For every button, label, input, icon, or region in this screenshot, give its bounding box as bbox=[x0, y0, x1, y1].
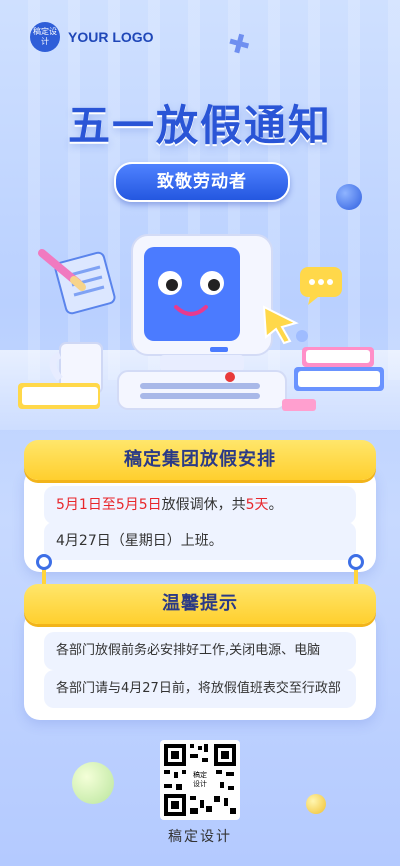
logo-badge: 稿定设计 bbox=[30, 22, 60, 52]
page-title: 五一放假通知 bbox=[67, 101, 332, 150]
books-right-icon bbox=[282, 347, 384, 411]
qr-center-label: 稿定设计 bbox=[193, 771, 207, 788]
schedule-heading: 稿定集团放假安排 bbox=[24, 440, 376, 480]
subtitle-badge: 致敬劳动者 bbox=[114, 162, 290, 202]
qr-caption: 稿定设计 bbox=[168, 829, 232, 845]
schedule-line-2: 4月27日（星期日）上班。 bbox=[44, 522, 356, 560]
computer-icon bbox=[131, 234, 273, 371]
qr-code-icon[interactable]: 稿定设计 bbox=[160, 740, 240, 820]
tips-line-2: 各部门请与4月27日前，将放假值班表交至行政部 bbox=[44, 670, 356, 708]
blue-ball-decoration bbox=[336, 184, 362, 210]
computer-mascot-illustration bbox=[18, 234, 384, 411]
keyboard-icon bbox=[117, 370, 287, 410]
logo-text: YOUR LOGO bbox=[68, 29, 154, 45]
books-icon bbox=[18, 383, 100, 409]
tips-line-1: 各部门放假前务必安排好工作,关闭电源、电脑 bbox=[44, 632, 356, 670]
chat-bubble-icon bbox=[300, 267, 342, 305]
pencil-notepad-icon bbox=[38, 249, 116, 315]
yellow-ball-decoration bbox=[306, 794, 326, 814]
green-ball-decoration bbox=[72, 762, 114, 804]
tips-heading: 温馨提示 bbox=[24, 584, 376, 624]
connector-dot bbox=[348, 554, 364, 570]
brand-logo: 稿定设计 YOUR LOGO bbox=[30, 22, 154, 52]
connector-dot bbox=[36, 554, 52, 570]
schedule-line-1: 5月1日至5月5日放假调休，共5天。 bbox=[44, 486, 356, 524]
